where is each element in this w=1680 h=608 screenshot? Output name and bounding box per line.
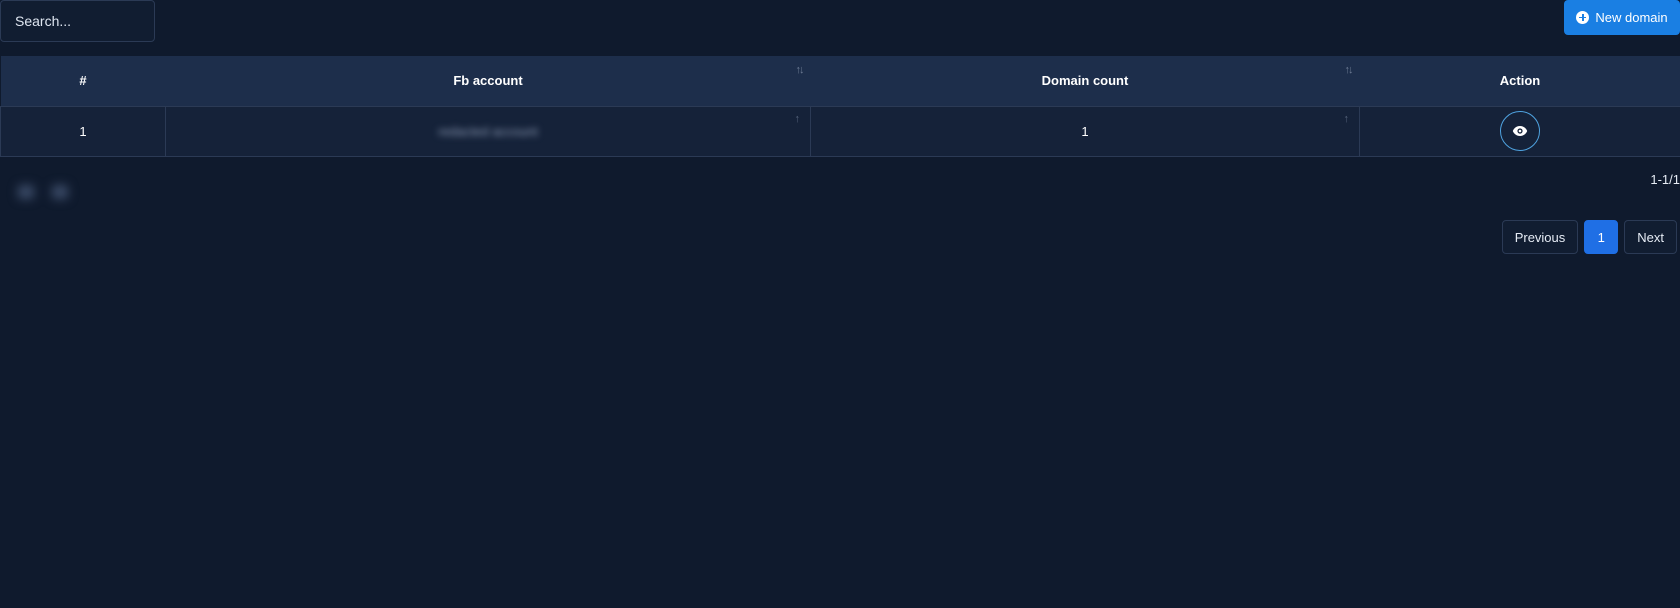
eye-icon	[1512, 126, 1528, 136]
sort-icon[interactable]: ↑↓	[1345, 64, 1354, 76]
column-header-index: #	[0, 56, 166, 107]
previous-page-button[interactable]: Previous	[1501, 220, 1579, 254]
view-button[interactable]	[1500, 111, 1540, 151]
fb-account-value: redacted account	[438, 123, 538, 139]
pagination-range: 1-1/1	[1650, 172, 1680, 187]
new-domain-button[interactable]: New domain	[1564, 0, 1680, 35]
page-button-current[interactable]: 1	[1584, 220, 1619, 254]
new-domain-label: New domain	[1595, 10, 1668, 25]
column-header-fb-account[interactable]: Fb account ↑↓	[165, 56, 811, 107]
cell-domain-count: 1 ↑	[810, 105, 1360, 157]
domains-table: # Fb account ↑↓ Domain count ↑↓ Action 1	[0, 56, 1680, 157]
column-header-action: Action	[1359, 56, 1680, 107]
domains-page: New domain # Fb account ↑↓ Domain count …	[0, 0, 1680, 608]
column-header-index-label: #	[79, 73, 87, 89]
cell-action	[1359, 105, 1680, 157]
table-row: 1 redacted account ↑ 1 ↑	[0, 105, 1680, 157]
sort-arrow-icon: ↑	[794, 112, 801, 125]
sort-arrow-icon: ↑	[1343, 112, 1350, 125]
domain-count-value: 1	[1081, 123, 1089, 139]
blurred-control	[18, 185, 34, 199]
column-header-domain-count[interactable]: Domain count ↑↓	[810, 56, 1360, 107]
column-header-domain-count-label: Domain count	[1041, 73, 1129, 89]
sort-icon[interactable]: ↑↓	[796, 64, 805, 76]
cell-fb-account: redacted account ↑	[165, 105, 811, 157]
blurred-controls	[6, 176, 96, 208]
cell-index: 1	[0, 105, 166, 157]
plus-circle-icon	[1576, 11, 1590, 24]
search-input[interactable]	[0, 0, 155, 42]
next-page-button[interactable]: Next	[1624, 220, 1677, 254]
column-header-action-label: Action	[1499, 73, 1541, 89]
table-header-row: # Fb account ↑↓ Domain count ↑↓ Action	[0, 56, 1680, 107]
blurred-control	[52, 185, 68, 199]
column-header-fb-account-label: Fb account	[453, 73, 523, 89]
pagination: Previous 1 Next	[1501, 220, 1677, 254]
